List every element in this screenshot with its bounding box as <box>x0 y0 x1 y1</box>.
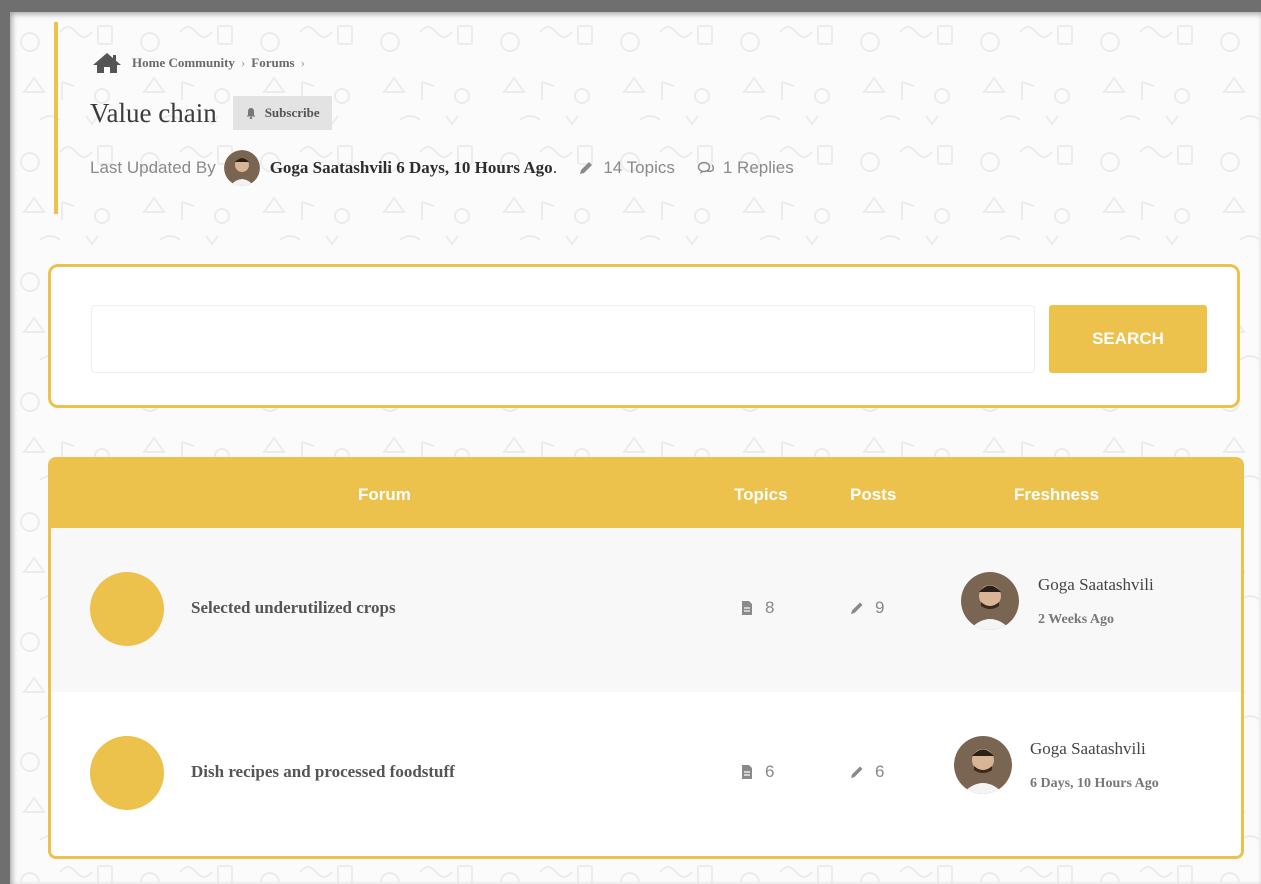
header-freshness: Freshness <box>1014 485 1100 504</box>
header-accent-bar <box>54 22 58 214</box>
row-posts: 9 <box>849 598 884 618</box>
avatar[interactable] <box>954 736 1012 794</box>
forum-title[interactable]: Selected underutilized crops <box>191 598 396 618</box>
pencil-icon <box>851 602 863 614</box>
row-topics: 6 <box>739 762 774 782</box>
freshness-author[interactable]: Goga Saatashvili <box>1038 575 1154 595</box>
row-posts-count: 6 <box>875 762 885 781</box>
author-period: . <box>552 158 558 177</box>
breadcrumb-separator: › <box>240 55 246 70</box>
breadcrumb-separator: › <box>300 55 305 70</box>
header-forum: Forum <box>358 485 411 504</box>
document-icon <box>742 765 752 779</box>
pencil-icon <box>580 162 593 174</box>
document-icon <box>742 601 752 615</box>
search-input[interactable] <box>91 305 1035 373</box>
replies-icon <box>697 161 714 174</box>
replies-stat: 1 Replies <box>697 158 794 178</box>
avatar[interactable] <box>223 150 260 186</box>
page-title: Value chain <box>90 97 217 128</box>
table-row: Selected underutilized crops 8 9 Goga Sa… <box>51 528 1241 692</box>
home-icon[interactable] <box>92 52 122 74</box>
row-posts: 6 <box>849 762 884 782</box>
forum-table: Forum Topics Posts Freshness Selected un… <box>48 457 1244 859</box>
forum-title[interactable]: Dish recipes and processed foodstuff <box>191 762 455 782</box>
breadcrumb-home-community[interactable]: Home Community <box>132 55 235 71</box>
avatar[interactable] <box>961 572 1019 630</box>
freshness-author[interactable]: Goga Saatashvili <box>1030 739 1146 759</box>
table-header: Forum Topics Posts Freshness <box>51 460 1241 528</box>
row-topics-count: 8 <box>765 598 775 617</box>
bell-icon <box>246 108 256 119</box>
page-frame: Home Community › Forums › Value chain Su… <box>10 12 1261 884</box>
replies-count: 1 Replies <box>722 158 794 177</box>
row-posts-count: 9 <box>875 598 885 617</box>
freshness-time[interactable]: 2 Weeks Ago <box>1038 612 1114 628</box>
breadcrumb-forums[interactable]: Forums <box>251 55 294 71</box>
forum-icon[interactable] <box>90 736 164 810</box>
freshness-time[interactable]: 6 Days, 10 Hours Ago <box>1030 776 1159 792</box>
title-row: Value chain Subscribe <box>90 96 332 130</box>
topics-stat: 14 Topics <box>577 158 675 178</box>
breadcrumb: Home Community › Forums › <box>92 52 311 74</box>
forum-icon[interactable] <box>90 572 164 646</box>
header-topics: Topics <box>734 485 788 504</box>
subscribe-label: Subscribe <box>264 105 320 120</box>
last-updated-meta: Last Updated By Goga Saatashvili 6 Days,… <box>90 150 816 186</box>
table-row: Dish recipes and processed foodstuff 6 6 <box>51 692 1241 856</box>
row-topics-count: 6 <box>765 762 775 781</box>
last-updated-prefix: Last Updated By <box>90 158 216 177</box>
header-posts: Posts <box>850 485 897 504</box>
topics-count: 14 Topics <box>603 158 675 177</box>
row-topics: 8 <box>739 598 774 618</box>
subscribe-button[interactable]: Subscribe <box>232 96 332 130</box>
pencil-icon <box>851 766 863 778</box>
last-updated-author[interactable]: Goga Saatashvili 6 Days, 10 Hours Ago <box>270 158 553 178</box>
search-button[interactable]: SEARCH <box>1049 305 1207 373</box>
search-panel: SEARCH <box>48 264 1240 408</box>
